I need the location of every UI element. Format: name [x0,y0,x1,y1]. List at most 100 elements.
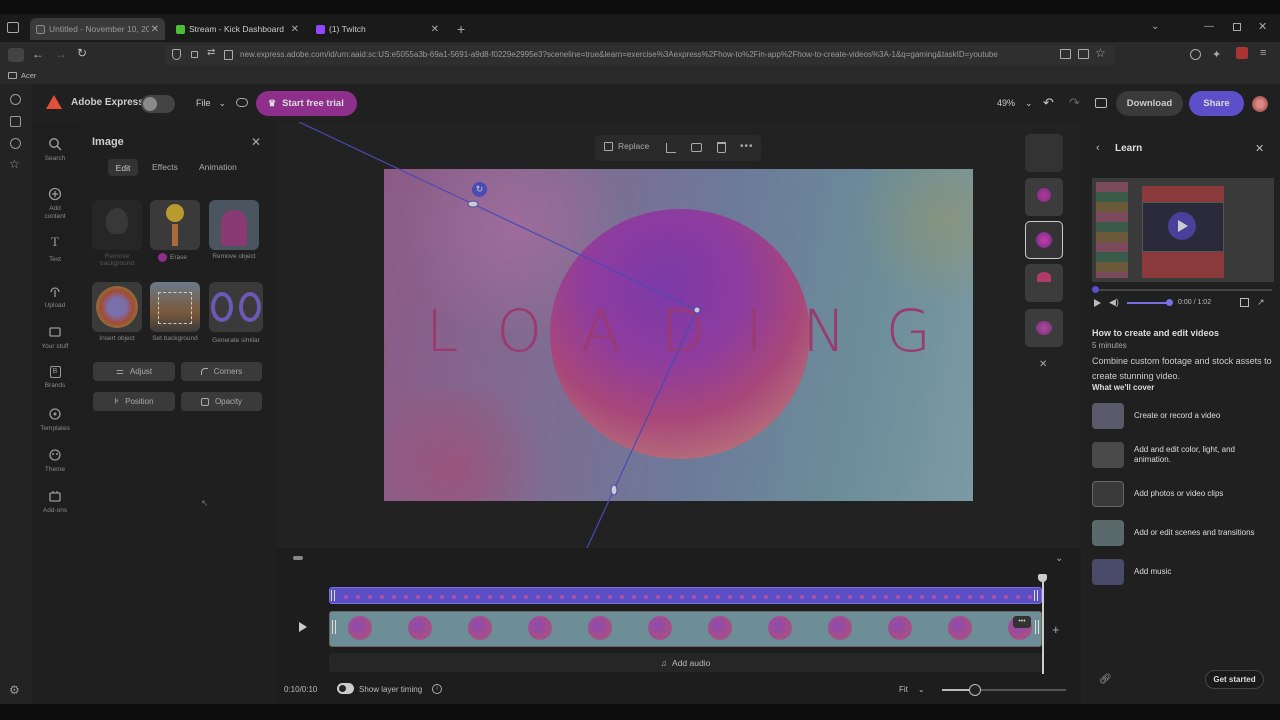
learn-video-preview[interactable] [1092,178,1274,282]
course-item[interactable]: Add or edit scenes and transitions [1092,520,1272,546]
position-button[interactable]: ⊧ Position [93,392,175,411]
get-started-button[interactable]: Get started [1205,670,1264,689]
rail-text[interactable]: T Text [34,235,76,264]
tab-kick[interactable]: Stream - Kick Dashboard ✕ [170,18,305,40]
url-text[interactable]: new.express.adobe.com/id/urn:aaid:sc:US:… [240,50,1052,59]
close-icon[interactable]: ✕ [291,24,299,35]
track-handle-icon[interactable] [332,620,336,634]
close-thumbnails-icon[interactable]: ✕ [1039,359,1047,370]
volume-slider[interactable] [1127,302,1169,304]
comment-icon[interactable] [1095,98,1107,108]
generate-similar-tile[interactable] [209,282,263,332]
timeline-collapse-chevron-icon[interactable]: ⌄ [1055,553,1063,564]
forward-icon[interactable]: → [55,47,67,61]
video-play-small-icon[interactable] [1094,299,1101,307]
rail-upload[interactable]: Upload [34,284,76,310]
set-background-tile[interactable] [150,282,200,332]
course-item[interactable]: Add and edit color, light, and animation… [1092,442,1272,468]
scene-thumbnail[interactable] [1025,178,1063,216]
scene-thumbnail[interactable] [1025,309,1063,347]
zoom-level[interactable]: 49% ⌄ [997,98,1033,109]
tab-search-chevron-icon[interactable]: ⌄ [1151,21,1159,32]
video-track[interactable] [329,611,1042,647]
learn-back-icon[interactable]: ‹ [1096,142,1100,154]
sidebar-toggle-icon[interactable] [8,48,24,62]
erase-tile[interactable] [150,200,200,250]
permissions-icon[interactable]: ⇄ [207,47,215,58]
volume-knob[interactable] [1166,299,1173,306]
bookmark-acer[interactable]: Acer [8,71,36,80]
tab-adobe-express[interactable]: Untitled - November 10, 2025 a ✕ [30,18,165,40]
add-audio-button[interactable]: ♫ Add audio [329,653,1042,672]
cloud-icon[interactable] [236,98,248,107]
avatar[interactable] [1252,96,1268,112]
lock-icon[interactable] [191,51,198,58]
download-button[interactable]: Download [1116,91,1183,116]
mode-toggle[interactable] [141,95,175,113]
copy-link-icon[interactable]: 🔗︎ [1099,674,1112,685]
playhead[interactable] [1042,576,1044,674]
back-icon[interactable]: ← [32,47,44,61]
playhead-knob-icon[interactable] [1038,574,1047,582]
account-icon[interactable] [1190,49,1201,60]
rail-brands[interactable]: B Brands [34,366,76,390]
video-play-icon[interactable] [1168,212,1196,240]
extensions-icon[interactable]: ✦ [1212,48,1221,61]
popout-icon[interactable]: ↗ [1257,297,1265,308]
track-handle-icon[interactable] [331,590,335,601]
share-button[interactable]: Share [1189,91,1244,116]
new-tab-icon[interactable]: + [457,21,465,37]
video-progress-track[interactable] [1094,289,1272,291]
sidebar-clock-icon[interactable] [10,138,21,149]
remove-background-tile[interactable] [92,200,142,250]
close-window-icon[interactable]: ✕ [1258,20,1267,33]
course-item[interactable]: Add photos or video clips [1092,481,1272,507]
close-icon[interactable]: ✕ [431,24,439,35]
track-handle-icon[interactable] [1034,590,1038,601]
page-info-icon[interactable] [224,50,233,60]
tab-edit[interactable]: Edit [108,159,138,176]
adobe-logo-icon[interactable] [46,95,62,109]
fit-dropdown[interactable]: Fit ⌄ [899,685,925,694]
scene-thumbnail[interactable] [1025,134,1063,172]
layer-timing-toggle[interactable] [337,683,354,694]
tab-effects[interactable]: Effects [152,162,178,172]
rail-theme[interactable]: Theme [34,448,76,474]
reload-icon[interactable]: ↻ [77,46,87,60]
collapse-handle-icon[interactable] [293,556,303,560]
scene-thumbnail[interactable] [1025,264,1063,302]
tab-twitch[interactable]: (1) Twitch ✕ [310,18,445,40]
motion-path[interactable] [277,122,1081,548]
menu-icon[interactable]: ≡ [1260,47,1266,59]
tab-list-icon[interactable] [7,22,19,33]
sidebar-history-icon[interactable] [10,94,21,105]
file-menu[interactable]: File ⌄ [196,98,226,109]
learn-close-icon[interactable]: ✕ [1255,142,1264,155]
clip-more-icon[interactable]: ••• [1013,616,1031,628]
screenshot-icon[interactable] [1078,49,1089,59]
redo-icon[interactable]: ↷ [1069,95,1080,111]
panel-close-icon[interactable]: ✕ [251,135,261,149]
rail-your-stuff[interactable]: Your stuff [34,325,76,351]
track-handle-icon[interactable] [1035,620,1039,634]
shield-icon[interactable] [172,49,181,60]
close-icon[interactable]: ✕ [151,24,159,35]
play-button-icon[interactable] [299,622,307,632]
zoom-slider-knob[interactable] [969,684,981,696]
corners-button[interactable]: Corners [181,362,262,381]
rail-add-ons[interactable]: Add-ons [34,489,76,515]
course-item[interactable]: Create or record a video [1092,403,1272,429]
scene-thumbnail-selected[interactable] [1025,221,1063,259]
bookmark-star-icon[interactable]: ☆ [1095,46,1106,60]
rotate-handle-icon[interactable]: ↻ [472,182,487,197]
tab-animation[interactable]: Animation [199,162,237,172]
extension-badge-icon[interactable] [1236,47,1248,59]
rail-templates[interactable]: Templates [34,407,76,433]
add-clip-icon[interactable]: + [1052,622,1060,637]
info-icon[interactable]: i [432,684,442,694]
insert-object-tile[interactable] [92,282,142,332]
adjust-button[interactable]: ⚌ Adjust [93,362,175,381]
opacity-button[interactable]: Opacity [181,392,262,411]
reader-icon[interactable] [1060,49,1071,59]
undo-icon[interactable]: ↶ [1043,95,1054,111]
